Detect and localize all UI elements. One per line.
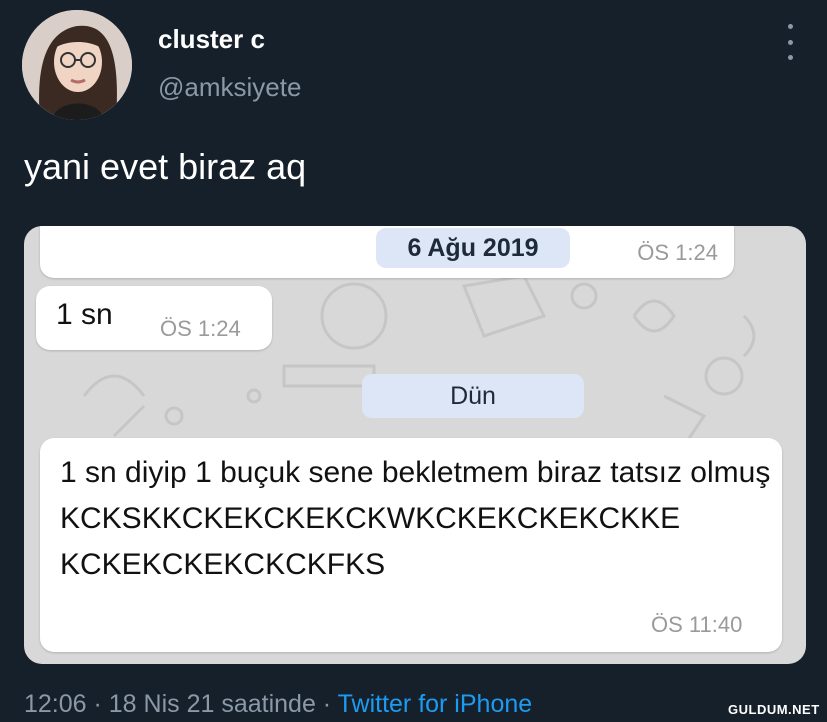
message-time: ÖS 1:24 <box>637 240 718 265</box>
message-time: ÖS 1:24 <box>160 316 241 341</box>
date-separator: 6 Ağu 2019 <box>376 228 570 268</box>
message-time: ÖS 11:40 <box>651 612 743 637</box>
message-bubble: 1 sn diyip 1 buçuk sene bekletmem biraz … <box>40 438 782 652</box>
user-handle[interactable]: @amksiyete <box>158 72 301 103</box>
avatar-image <box>22 10 132 120</box>
more-dot <box>787 39 793 45</box>
tweet-timestamp[interactable]: 12:06 · 18 Nis 21 saatinde · <box>24 690 338 718</box>
watermark: GULDUM.NET <box>728 702 820 717</box>
more-dot <box>787 24 793 29</box>
tweet-media[interactable]: ÖS 1:24 6 Ağu 2019 1 sn ÖS 1:24 Dün 1 sn… <box>24 226 806 664</box>
tweet-metadata: 12:06 · 18 Nis 21 saatinde · Twitter for… <box>24 690 532 719</box>
more-dot <box>787 55 793 60</box>
message-text: 1 sn <box>56 298 113 331</box>
message-text: 1 sn diyip 1 buçuk sene bekletmem biraz … <box>60 456 771 581</box>
day-separator: Dün <box>362 374 584 418</box>
tweet-text: yani evet biraz aq <box>24 146 307 187</box>
display-name[interactable]: cluster c <box>158 24 265 55</box>
more-vertical-icon[interactable] <box>780 24 800 60</box>
avatar[interactable] <box>22 10 132 120</box>
message-bubble: 1 sn ÖS 1:24 <box>36 286 272 350</box>
tweet-source-link[interactable]: Twitter for iPhone <box>338 690 533 718</box>
